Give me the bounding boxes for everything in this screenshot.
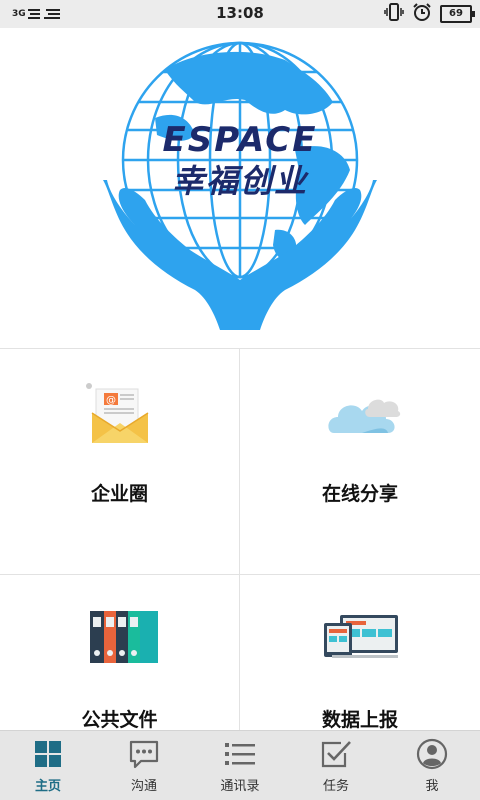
status-bar: 3G 13:08 69: [0, 0, 480, 28]
nav-label: 通讯录: [220, 779, 260, 794]
nav-home[interactable]: 主页: [0, 731, 96, 800]
nav-contacts[interactable]: 通讯录: [192, 731, 288, 800]
vibrate-icon: [384, 2, 404, 26]
logo-area: ESPACE 幸福创业: [0, 28, 480, 348]
brand-name-en: ESPACE: [162, 120, 318, 160]
nav-label: 主页: [34, 779, 61, 794]
feature-grid: @ 企业圈 在线分享 公共文件 数据上报: [0, 348, 480, 731]
nav-label: 沟通: [130, 779, 157, 794]
nav-label: 我: [425, 779, 439, 794]
svg-text:@: @: [106, 395, 116, 406]
nav-me[interactable]: 我: [384, 731, 480, 800]
bottom-nav: 主页 沟通 通讯录 任务 我: [0, 730, 480, 800]
tile-label: 在线分享: [321, 483, 398, 505]
tile-enterprise-circle[interactable]: @ 企业圈: [0, 349, 240, 575]
nav-tasks[interactable]: 任务: [288, 731, 384, 800]
brand-name-cn: 幸福创业: [171, 162, 308, 200]
tile-data-report[interactable]: 数据上报: [240, 575, 480, 731]
battery-indicator: 69: [440, 5, 475, 23]
tile-label: 公共文件: [81, 709, 158, 731]
tile-online-share[interactable]: 在线分享: [240, 349, 480, 575]
nav-label: 任务: [322, 779, 349, 794]
alarm-icon: [412, 2, 432, 26]
tile-public-files[interactable]: 公共文件: [0, 575, 240, 731]
tile-label: 数据上报: [321, 709, 398, 731]
tile-label: 企业圈: [90, 483, 148, 505]
nav-chat[interactable]: 沟通: [96, 731, 192, 800]
